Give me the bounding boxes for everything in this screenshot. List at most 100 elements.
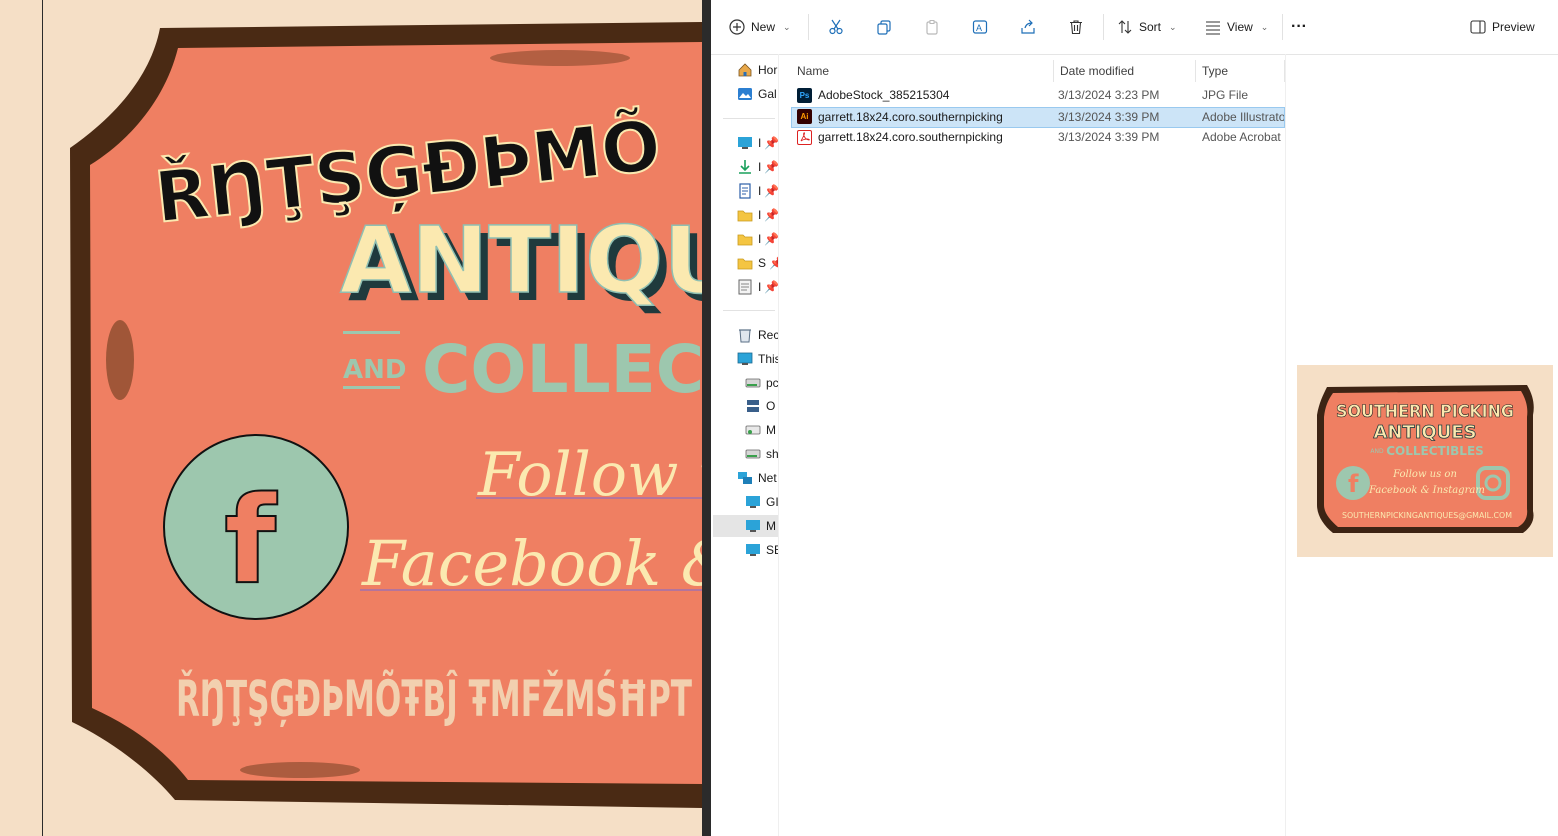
pin-icon: 📌 bbox=[764, 232, 779, 246]
nav-label: M bbox=[766, 423, 776, 437]
nav-label: I bbox=[758, 232, 762, 246]
plus-circle-icon bbox=[729, 19, 745, 35]
folder-icon bbox=[737, 210, 753, 222]
pin-icon: 📌 bbox=[764, 136, 779, 150]
file-icon bbox=[738, 279, 752, 295]
nav-item-drive[interactable]: sh bbox=[744, 443, 779, 465]
nav-item-file[interactable]: I 📌 bbox=[736, 276, 778, 298]
preview-facebook-icon: f bbox=[1348, 470, 1359, 498]
nav-item-computer[interactable]: SE bbox=[744, 539, 778, 561]
nav-item-drive[interactable]: pc bbox=[744, 372, 778, 394]
view-button[interactable]: View ⌄ bbox=[1205, 12, 1268, 42]
preview-thumbnail: SOUTHERN PICKING ANTIQUES AND COLLECTIBL… bbox=[1297, 365, 1553, 557]
nav-item-home[interactable]: Hor bbox=[736, 59, 778, 81]
column-header-date-modified[interactable]: Date modified bbox=[1054, 60, 1196, 82]
command-bar: New ⌄ A Sort ⌄ View ⌄ ··· Preview bbox=[711, 0, 1558, 55]
nav-item-downloads[interactable]: I 📌 bbox=[736, 156, 779, 178]
computer-icon bbox=[746, 520, 760, 532]
illustrator-file-icon: Ai bbox=[797, 109, 812, 124]
preview-pane-button[interactable]: Preview bbox=[1470, 12, 1535, 42]
nav-item-documents[interactable]: I 📌 bbox=[736, 180, 779, 202]
preview-follow2: Facebook & Instagram bbox=[1368, 485, 1485, 496]
artboard-canvas[interactable]: ŘŊŢŞĢĐÞMÕ ANTIQU ANTIQU AND COLLECTI f F… bbox=[0, 0, 702, 836]
nav-label: SE bbox=[766, 543, 778, 557]
preview-title-line1: SOUTHERN PICKING bbox=[1336, 402, 1514, 422]
nav-label: I bbox=[758, 184, 762, 198]
file-date: 3/13/2024 3:39 PM bbox=[1058, 110, 1160, 124]
nav-label: O bbox=[766, 399, 776, 413]
window-divider bbox=[702, 0, 711, 836]
nav-item-network-drive[interactable]: O bbox=[744, 395, 778, 417]
nav-label: Rec bbox=[758, 328, 779, 342]
delete-button[interactable] bbox=[1061, 12, 1091, 42]
nav-label: GI bbox=[766, 495, 779, 509]
nav-item-folder[interactable]: I 📌 bbox=[736, 204, 779, 226]
column-header-name[interactable]: Name bbox=[791, 60, 1054, 82]
nav-item-this-pc[interactable]: This bbox=[736, 348, 779, 370]
column-header-type[interactable]: Type bbox=[1196, 60, 1285, 82]
follow-line1-text: Follow us bbox=[477, 440, 702, 510]
nav-item-folder[interactable]: I 📌 bbox=[736, 228, 779, 250]
file-name: garrett.18x24.coro.southernpicking bbox=[818, 130, 1003, 144]
nav-label: I bbox=[758, 160, 762, 174]
nav-item-network[interactable]: Net bbox=[736, 467, 778, 489]
nav-item-recycle-bin[interactable]: Rec bbox=[736, 324, 779, 346]
nav-label: sh bbox=[766, 447, 779, 461]
paste-icon bbox=[926, 20, 938, 35]
pin-icon: 📌 bbox=[764, 208, 779, 222]
rename-icon: A bbox=[972, 20, 988, 34]
svg-text:A: A bbox=[976, 23, 982, 33]
nav-label: Hor bbox=[758, 63, 778, 77]
file-type: Adobe Acrobat bbox=[1202, 130, 1281, 144]
nav-label: This bbox=[758, 352, 779, 366]
drive-icon bbox=[745, 449, 761, 459]
preview-title-line3: COLLECTIBLES bbox=[1386, 444, 1484, 458]
file-date: 3/13/2024 3:39 PM bbox=[1058, 130, 1160, 144]
share-icon bbox=[1021, 19, 1035, 34]
pin-icon: 📌 bbox=[769, 256, 778, 270]
file-row[interactable]: Ps AdobeStock_385215304 3/13/2024 3:23 P… bbox=[791, 86, 1285, 107]
follow-line2-text: Facebook & In bbox=[361, 527, 702, 600]
file-row-selected[interactable]: Ai garrett.18x24.coro.southernpicking 3/… bbox=[791, 107, 1285, 128]
nav-separator bbox=[723, 118, 775, 119]
home-icon bbox=[738, 63, 752, 77]
nav-separator bbox=[723, 310, 775, 311]
sort-icon bbox=[1118, 20, 1132, 34]
photoshop-file-icon: Ps bbox=[797, 88, 812, 103]
nav-label: I bbox=[758, 208, 762, 222]
desktop-icon bbox=[738, 137, 752, 149]
share-button[interactable] bbox=[1013, 12, 1043, 42]
sort-button[interactable]: Sort ⌄ bbox=[1117, 12, 1177, 42]
new-button[interactable]: New ⌄ bbox=[729, 12, 791, 42]
pin-icon: 📌 bbox=[764, 160, 779, 174]
network-icon bbox=[738, 472, 752, 484]
more-options-button[interactable]: ··· bbox=[1291, 12, 1307, 42]
nav-item-drive[interactable]: M bbox=[744, 419, 778, 441]
file-list: Name Date modified Type Ps AdobeStock_38… bbox=[791, 54, 1285, 836]
file-row[interactable]: garrett.18x24.coro.southernpicking 3/13/… bbox=[791, 128, 1285, 149]
rename-button[interactable]: A bbox=[965, 12, 995, 42]
nav-label: Gal bbox=[758, 87, 777, 101]
nav-item-computer-selected[interactable]: M bbox=[713, 515, 778, 537]
pin-icon: 📌 bbox=[764, 184, 779, 198]
network-drive-icon bbox=[747, 400, 759, 412]
collectibles-text: COLLECTI bbox=[422, 331, 702, 408]
chevron-down-icon: ⌄ bbox=[783, 21, 791, 32]
nav-item-computer[interactable]: GI bbox=[744, 491, 779, 513]
file-type: Adobe Illustrator bbox=[1202, 110, 1284, 124]
cut-button[interactable] bbox=[821, 12, 851, 42]
nav-item-gallery[interactable]: Gal bbox=[736, 83, 778, 105]
pdf-file-icon bbox=[797, 130, 812, 145]
rust-spot bbox=[240, 762, 360, 778]
gallery-icon bbox=[738, 88, 752, 100]
preview-and: AND bbox=[1370, 448, 1384, 455]
toolbar-separator bbox=[1103, 14, 1104, 40]
computer-icon bbox=[746, 496, 760, 508]
view-button-label: View bbox=[1227, 20, 1253, 34]
copy-button[interactable] bbox=[869, 12, 899, 42]
file-name: AdobeStock_385215304 bbox=[818, 88, 950, 102]
folder-icon bbox=[737, 234, 753, 246]
nav-item-desktop[interactable]: I 📌 bbox=[736, 132, 779, 154]
nav-item-folder[interactable]: S📌 bbox=[736, 252, 778, 274]
paste-button[interactable] bbox=[917, 12, 947, 42]
